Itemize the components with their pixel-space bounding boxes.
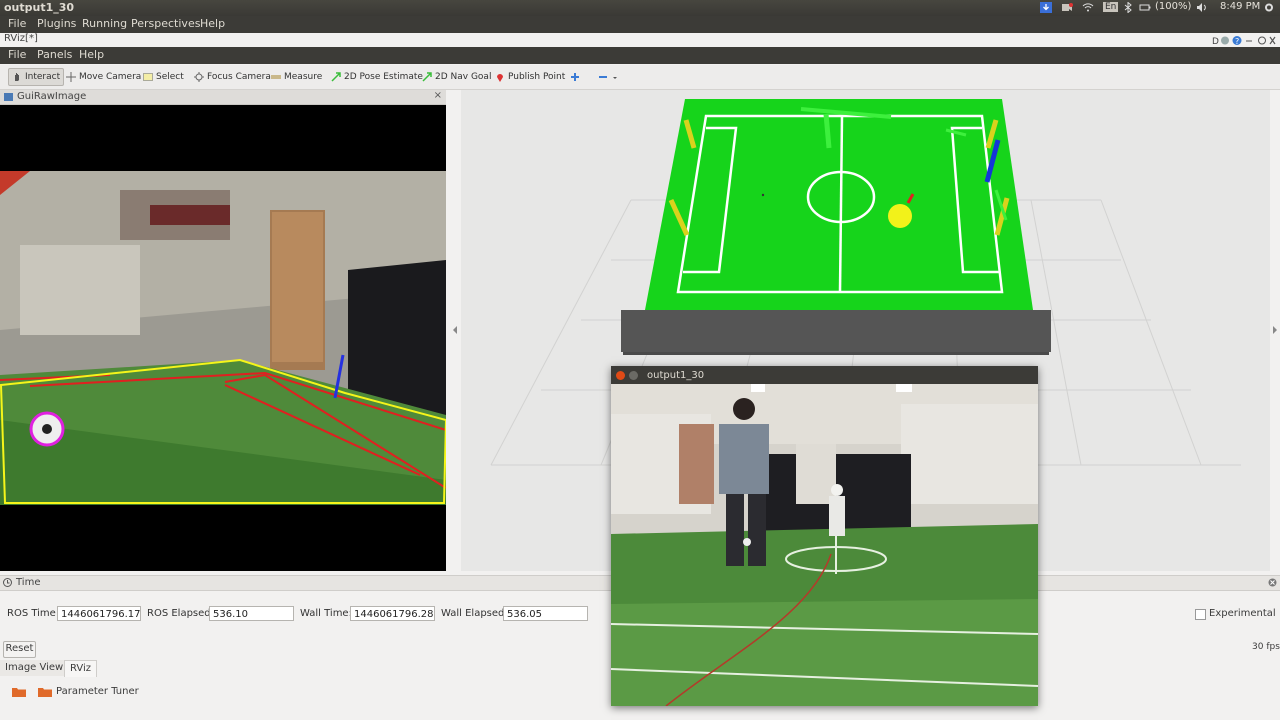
output-window-title: output1_30 xyxy=(647,370,705,381)
publish-point-label: Publish Point xyxy=(508,72,566,82)
nav-goal-button[interactable]: 2D Nav Goal xyxy=(422,69,491,85)
camera-image-view xyxy=(0,90,448,571)
output-camera-image xyxy=(611,384,1038,706)
ros-time-field[interactable]: 1446061796.17 xyxy=(57,606,141,621)
rviz-toolbar: Interact Move Camera Select Focus Camera… xyxy=(0,65,1280,90)
plugin-dock-icon[interactable]: D xyxy=(1212,36,1229,47)
gui-panel-header: GuiRawImage × xyxy=(0,90,446,105)
pose-estimate-label: 2D Pose Estimate xyxy=(344,72,423,82)
experimental-label: Experimental xyxy=(1209,608,1276,619)
window-minimize-button[interactable] xyxy=(629,371,638,380)
focus-camera-button[interactable]: Focus Camera xyxy=(194,69,271,85)
plugin-controls: D ? xyxy=(1212,36,1276,47)
menu-perspectives[interactable]: Perspectives xyxy=(131,17,200,30)
menu-running[interactable]: Running xyxy=(82,17,127,30)
interact-label: Interact xyxy=(25,72,61,82)
add-tool-icon[interactable] xyxy=(570,72,580,82)
gui-panel-close-button[interactable]: × xyxy=(434,90,442,101)
gui-panel-title: GuiRawImage xyxy=(17,91,87,102)
menu-plugins[interactable]: Plugins xyxy=(37,17,76,30)
map-pin-icon xyxy=(497,74,503,82)
clock[interactable]: 8:49 PM xyxy=(1220,1,1260,12)
splitter-right-arrow-icon[interactable] xyxy=(1272,326,1278,334)
tab-image-view[interactable]: Image View xyxy=(0,660,69,676)
measure-label: Measure xyxy=(284,72,323,82)
move-camera-label: Move Camera xyxy=(79,72,142,82)
folder-icon xyxy=(38,688,52,697)
rviz-menubar: File Panels Help xyxy=(0,47,1280,64)
app-menubar: File Plugins Running Perspectives Help xyxy=(0,16,1280,33)
folder-icon xyxy=(12,688,26,697)
measure-tool-button[interactable]: Measure xyxy=(271,69,322,85)
wall-time-label: Wall Time: xyxy=(300,608,352,619)
svg-text:?: ? xyxy=(1235,37,1239,46)
interact-tool-button[interactable]: Interact xyxy=(8,68,65,86)
rviz-menu-panels[interactable]: Panels xyxy=(37,48,72,61)
ros-elapsed-label: ROS Elapsed: xyxy=(147,608,214,619)
window-close-button[interactable] xyxy=(616,371,625,380)
remove-tool-icon[interactable] xyxy=(598,72,618,82)
time-panel-close-icon[interactable] xyxy=(1268,578,1277,587)
restore-icon[interactable] xyxy=(1258,36,1266,45)
fps-indicator: 30 fps xyxy=(1252,642,1280,652)
menu-file[interactable]: File xyxy=(8,17,26,30)
move-camera-button[interactable]: Move Camera xyxy=(66,69,141,85)
reset-button[interactable]: Reset xyxy=(3,641,36,658)
pose-arrow-icon xyxy=(331,72,341,82)
battery-percent: (100%) xyxy=(1155,1,1192,12)
system-top-bar: output1_30 En (100%) 8:49 PM xyxy=(0,0,1280,16)
wall-time-field[interactable]: 1446061796.28 xyxy=(350,606,435,621)
active-window-title: output1_30 xyxy=(4,1,75,14)
volume-icon[interactable] xyxy=(1196,2,1208,13)
output-image-window[interactable]: output1_30 xyxy=(611,366,1038,706)
nav-goal-label: 2D Nav Goal xyxy=(435,72,492,82)
select-tool-button[interactable]: Select xyxy=(143,69,184,85)
ros-time-label: ROS Time: xyxy=(7,608,60,619)
svg-text:D: D xyxy=(1212,37,1219,46)
ruler-icon xyxy=(271,75,281,79)
tab-rviz[interactable]: RViz xyxy=(64,660,98,677)
rviz-title-bar: RViz[*] D ? xyxy=(0,33,1280,48)
parameter-tuner-label: Parameter Tuner xyxy=(56,686,139,697)
clock-icon xyxy=(3,578,12,587)
help-icon[interactable]: ? xyxy=(1232,36,1242,46)
bluetooth-icon[interactable] xyxy=(1122,2,1134,13)
time-panel-title: Time xyxy=(16,577,41,588)
experimental-checkbox[interactable] xyxy=(1195,609,1206,620)
nav-goal-arrow-icon xyxy=(422,72,432,82)
download-icon[interactable] xyxy=(1040,2,1052,13)
select-label: Select xyxy=(156,72,184,82)
camera-icon[interactable] xyxy=(1061,2,1073,13)
wifi-icon[interactable] xyxy=(1082,2,1094,13)
rviz-menu-help[interactable]: Help xyxy=(79,48,104,61)
rviz-title: RViz[*] xyxy=(4,33,38,44)
splitter-left-arrow-icon[interactable] xyxy=(452,326,458,334)
gui-raw-image-panel xyxy=(0,90,448,571)
battery-icon[interactable] xyxy=(1139,2,1151,13)
menu-help[interactable]: Help xyxy=(200,17,225,30)
settings-gear-icon[interactable] xyxy=(1263,2,1275,13)
move-camera-icon xyxy=(66,72,76,82)
select-icon xyxy=(143,73,153,81)
wall-elapsed-label: Wall Elapsed: xyxy=(441,608,508,619)
image-panel-icon xyxy=(4,93,13,101)
ros-elapsed-field[interactable]: 536.10 xyxy=(209,606,294,621)
pose-estimate-button[interactable]: 2D Pose Estimate xyxy=(331,69,423,85)
focus-camera-label: Focus Camera xyxy=(207,72,271,82)
rviz-menu-file[interactable]: File xyxy=(8,48,26,61)
keyboard-layout-indicator[interactable]: En xyxy=(1103,2,1119,12)
wall-elapsed-field[interactable]: 536.05 xyxy=(503,606,588,621)
focus-camera-icon xyxy=(194,72,204,82)
publish-point-button[interactable]: Publish Point xyxy=(495,69,565,85)
close-icon[interactable] xyxy=(1269,36,1276,45)
hand-icon xyxy=(15,73,19,81)
